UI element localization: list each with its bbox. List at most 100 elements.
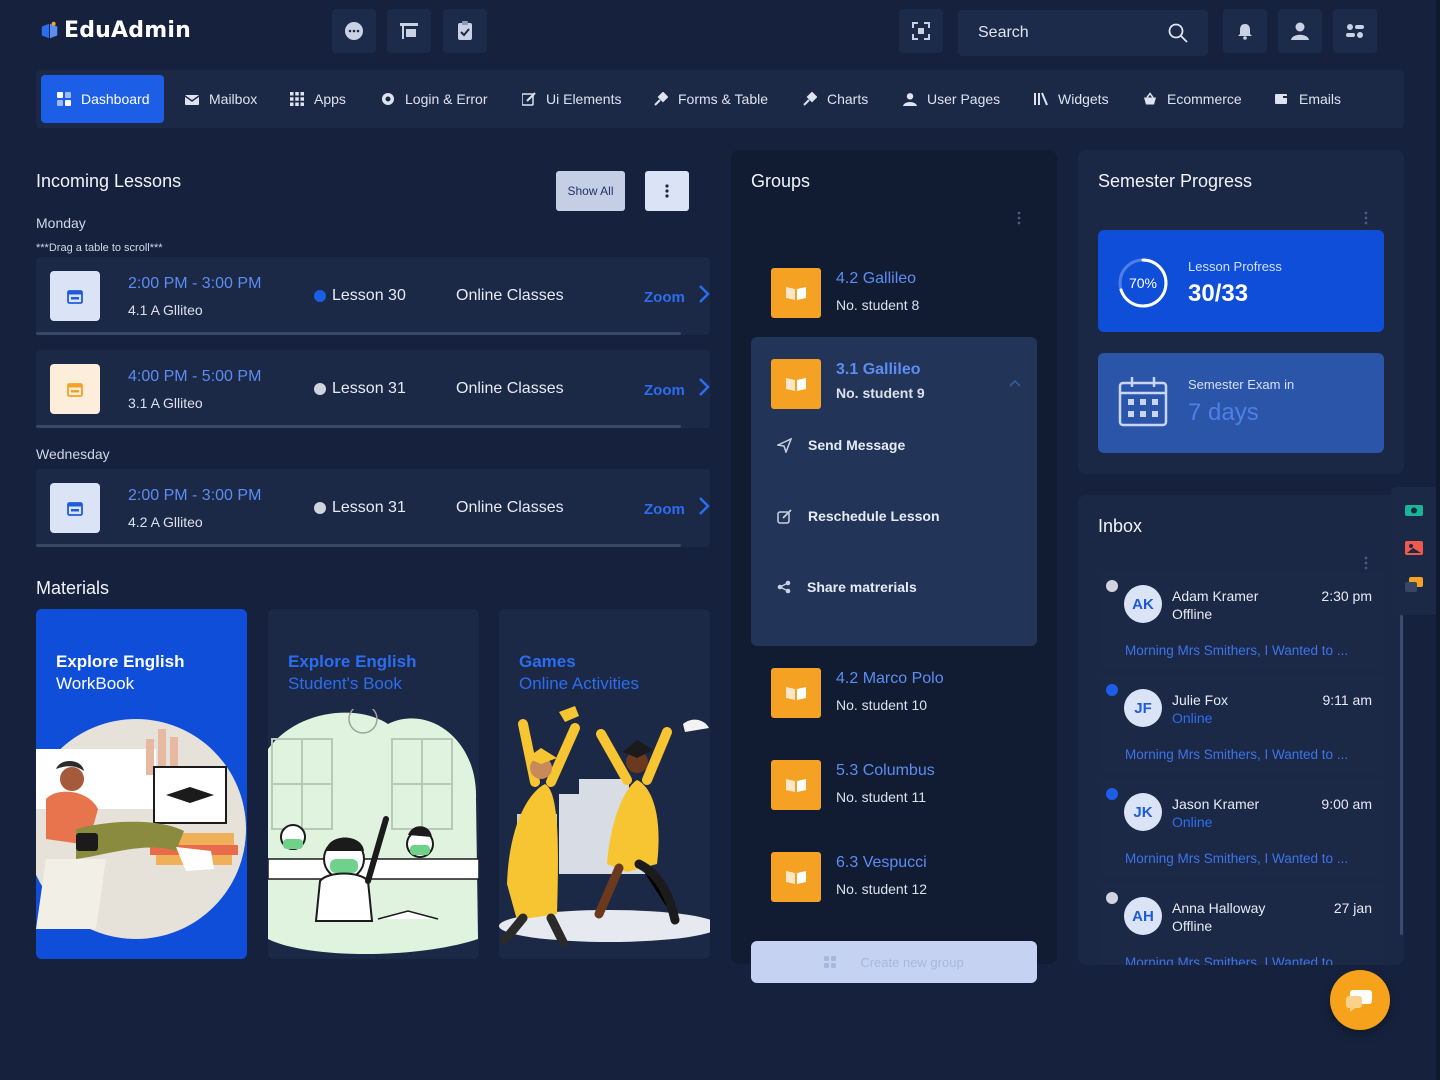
lesson-row[interactable]: 2:00 PM - 3:00 PM 4.1 A Glliteo Lesson 3… [36, 257, 710, 335]
nav-forms-table[interactable]: Forms & Table [642, 75, 780, 123]
book-icon [786, 779, 806, 792]
nav-user-pages[interactable]: User Pages [891, 75, 1012, 123]
more-vertical-icon [665, 184, 669, 198]
fullscreen-button[interactable] [899, 9, 943, 53]
inbox-message[interactable]: JF Julie Fox Online 9:11 am Morning Mrs … [1098, 677, 1384, 771]
nav-dashboard[interactable]: Dashboard [41, 75, 164, 123]
camera-icon[interactable] [1405, 503, 1423, 517]
scroll-track[interactable] [36, 332, 681, 335]
page-scrollbar[interactable] [1436, 0, 1440, 1080]
inbox-panel: Inbox AK Adam Kramer Offline 2:30 pm Mor… [1078, 495, 1404, 965]
forms-icon [654, 92, 668, 106]
lesson-time: 2:00 PM - 3:00 PM [128, 275, 262, 292]
tasks-button[interactable] [443, 9, 487, 53]
group-item-expanded[interactable]: 3.1 Gallileo No. student 9 [771, 359, 1051, 419]
chat-button[interactable] [332, 9, 376, 53]
chevron-up-icon[interactable] [1009, 379, 1021, 387]
clipboard-icon [458, 21, 472, 40]
group-count: No. student 11 [836, 789, 927, 805]
zoom-link[interactable]: Zoom [644, 289, 685, 306]
calendar-icon-box [50, 364, 100, 414]
action-label: Send Message [808, 437, 906, 453]
groups-more-icon[interactable] [1017, 211, 1021, 225]
nav-apps[interactable]: Apps [278, 75, 358, 123]
material-card-students-book[interactable]: Explore English Student's Book [268, 609, 479, 959]
group-item[interactable]: 5.3 Columbus No. student 11 [771, 760, 1051, 820]
scroll-track[interactable] [36, 544, 681, 547]
settings-button[interactable] [1333, 9, 1377, 53]
chat-fab-button[interactable] [1330, 970, 1390, 1030]
message-preview: Morning Mrs Smithers, I Wanted to ... [1125, 643, 1349, 658]
message-icon[interactable] [1405, 577, 1423, 593]
inbox-scrollbar[interactable] [1400, 615, 1403, 935]
share-materials-action[interactable]: Share matrerials [777, 579, 917, 595]
group-item[interactable]: 6.3 Vespucci No. student 12 [771, 852, 1051, 912]
show-all-button[interactable]: Show All [556, 171, 625, 211]
lesson-row[interactable]: 4:00 PM - 5:00 PM 3.1 A Glliteo Lesson 3… [36, 350, 710, 428]
fullscreen-icon [912, 22, 930, 40]
chevron-right-icon[interactable] [698, 284, 710, 304]
board-icon [400, 23, 418, 39]
inbox-message[interactable]: JK Jason Kramer Online 9:00 am Morning M… [1098, 781, 1384, 875]
nav-ui-elements[interactable]: Ui Elements [510, 75, 633, 123]
calendar-icon [67, 290, 83, 304]
material-card-workbook[interactable]: Explore English WorkBook [36, 609, 247, 959]
material-title-line1: Games [519, 652, 576, 671]
reschedule-action[interactable]: Reschedule Lesson [777, 508, 940, 524]
inbox-message[interactable]: AH Anna Halloway Offline 27 jan Morning … [1098, 885, 1384, 965]
group-name: 4.2 Gallileo [836, 270, 917, 287]
calendar-icon [67, 502, 83, 516]
group-name: 6.3 Vespucci [836, 854, 927, 871]
message-time: 9:11 am [1322, 692, 1372, 708]
widgets-icon [1034, 92, 1048, 106]
book-icon [786, 687, 806, 700]
nav-mailbox[interactable]: Mailbox [173, 75, 269, 123]
nav-charts[interactable]: Charts [791, 75, 880, 123]
lesson-row[interactable]: 2:00 PM - 3:00 PM 4.2 A Glliteo Lesson 3… [36, 469, 710, 547]
sender-status: Online [1172, 710, 1213, 726]
sender-status: Offline [1172, 606, 1213, 622]
progress-value: 30/33 [1188, 280, 1249, 307]
scroll-track[interactable] [36, 425, 681, 428]
message-time: 2:30 pm [1321, 588, 1372, 604]
exam-label: Semester Exam in [1188, 377, 1295, 392]
inbox-more-icon[interactable] [1364, 556, 1368, 570]
projects-button[interactable] [387, 9, 431, 53]
search-input[interactable] [978, 24, 1158, 42]
calendar-icon [67, 383, 83, 397]
sender-name: Anna Halloway [1172, 900, 1266, 916]
lessons-menu-button[interactable] [645, 171, 689, 211]
material-title-line1: Explore English [288, 652, 417, 671]
profile-button[interactable] [1278, 9, 1322, 53]
send-message-action[interactable]: Send Message [777, 437, 905, 453]
search-box [958, 10, 1208, 56]
group-count: No. student 8 [836, 297, 920, 313]
material-card-games[interactable]: Games Online Activities [499, 609, 710, 959]
action-label: Share matrerials [807, 579, 917, 595]
avatar: AK [1124, 585, 1162, 623]
zoom-link[interactable]: Zoom [644, 382, 685, 399]
create-group-button[interactable]: Create new group [751, 941, 1037, 983]
lesson-mode: Online Classes [456, 499, 564, 516]
notifications-button[interactable] [1223, 9, 1267, 53]
inbox-message[interactable]: AK Adam Kramer Offline 2:30 pm Morning M… [1098, 573, 1384, 667]
group-item[interactable]: 4.2 Marco Polo No. student 10 [771, 668, 1051, 728]
group-item[interactable]: 4.2 Gallileo No. student 8 [771, 268, 1051, 328]
nav-ecommerce[interactable]: Ecommerce [1131, 75, 1254, 123]
logo[interactable]: EduAdmin [40, 18, 191, 43]
message-preview: Morning Mrs Smithers, I Wanted to ... [1125, 955, 1349, 965]
nav-widgets[interactable]: Widgets [1022, 75, 1121, 123]
zoom-link[interactable]: Zoom [644, 501, 685, 518]
chevron-right-icon[interactable] [698, 377, 710, 397]
search-icon[interactable] [1168, 23, 1188, 43]
nav-login-error[interactable]: Login & Error [369, 75, 499, 123]
material-title: Explore English Student's Book [288, 651, 416, 695]
unread-dot [1106, 684, 1118, 696]
nav-emails[interactable]: Emails [1263, 75, 1353, 123]
semester-more-icon[interactable] [1364, 211, 1368, 225]
nav-label: Widgets [1058, 91, 1109, 107]
material-title-line2: Student's Book [288, 674, 402, 693]
chevron-right-icon[interactable] [698, 496, 710, 516]
unread-dot [1106, 788, 1118, 800]
image-icon[interactable] [1405, 541, 1423, 555]
